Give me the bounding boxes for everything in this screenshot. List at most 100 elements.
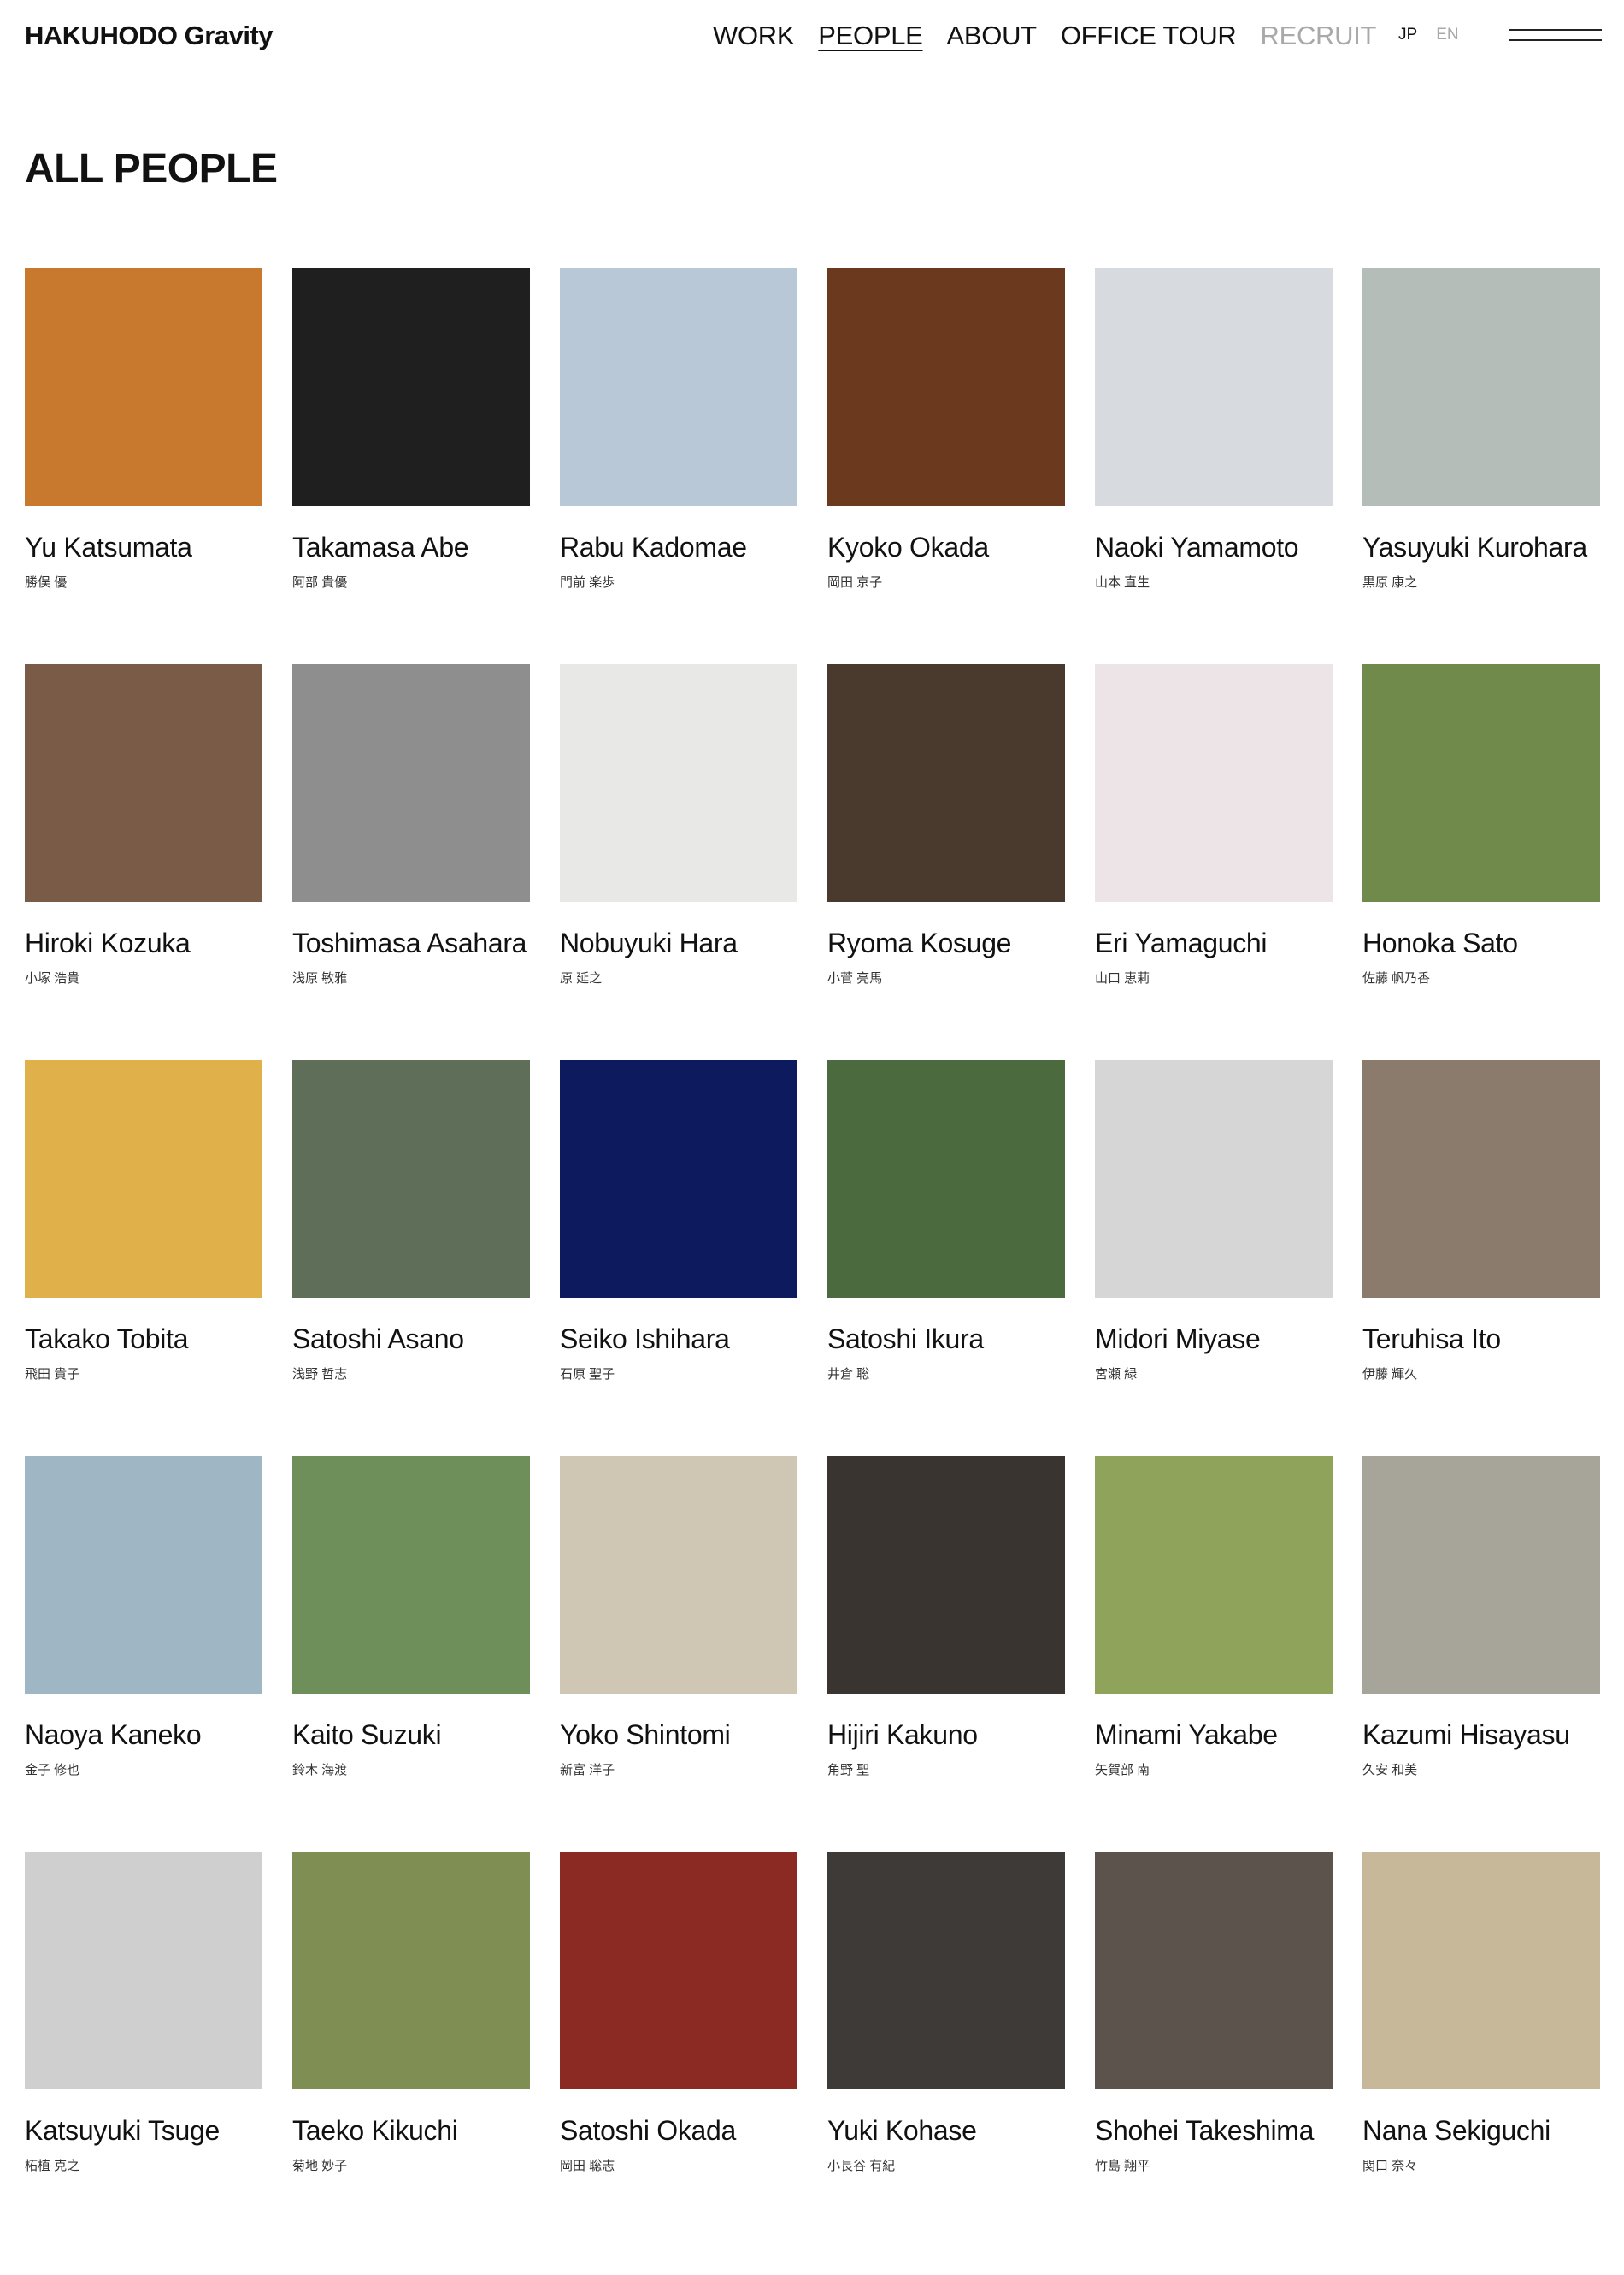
lang-jp[interactable]: JP <box>1398 26 1417 44</box>
person-name: Toshimasa Asahara <box>292 928 527 958</box>
person-name-jp: 浅野 哲志 <box>292 1367 348 1382</box>
polka-dots-photo <box>25 1852 262 2089</box>
site-header: HAKUHODO Gravity WORK PEOPLE ABOUT OFFIC… <box>0 0 1624 77</box>
person-card[interactable]: Yasuyuki Kurohara 黒原 康之 <box>1362 268 1600 591</box>
person-name: Taeko Kikuchi <box>292 2115 458 2146</box>
person-card[interactable]: Takako Tobita 飛田 貴子 <box>25 1060 262 1382</box>
person-name-jp: 岡田 京子 <box>827 575 883 590</box>
person-name-jp: 門前 楽歩 <box>560 575 615 590</box>
nav-people[interactable]: PEOPLE <box>818 21 923 51</box>
person-card[interactable]: Takamasa Abe 阿部 貴優 <box>292 268 530 591</box>
person-name: Satoshi Asano <box>292 1323 464 1354</box>
person-name: Kazumi Hisayasu <box>1362 1719 1570 1750</box>
person-name: Naoya Kaneko <box>25 1719 202 1750</box>
person-card[interactable]: Nana Sekiguchi 関口 奈々 <box>1362 1852 1600 2174</box>
sake-bottle-photo <box>1362 1852 1600 2089</box>
person-card[interactable]: Taeko Kikuchi 菊地 妙子 <box>292 1852 530 2174</box>
nav-about[interactable]: ABOUT <box>947 21 1038 51</box>
site-logo[interactable]: HAKUHODO Gravity <box>25 21 274 51</box>
person-card[interactable]: Kaito Suzuki 鈴木 海渡 <box>292 1456 530 1778</box>
person-card[interactable]: Satoshi Ikura 井倉 聡 <box>827 1060 1065 1382</box>
beer-glasses-photo <box>827 268 1065 506</box>
person-name: Honoka Sato <box>1362 928 1518 958</box>
person-card[interactable]: Hijiri Kakuno 角野 聖 <box>827 1456 1065 1778</box>
bookshelf-selfie-photo <box>1095 1852 1333 2089</box>
person-name: Takamasa Abe <box>292 532 469 563</box>
person-card[interactable]: Kazumi Hisayasu 久安 和美 <box>1362 1456 1600 1778</box>
person-card[interactable]: Honoka Sato 佐藤 帆乃香 <box>1362 664 1600 987</box>
person-name: Yasuyuki Kurohara <box>1362 532 1587 563</box>
nail-art-photo <box>560 268 797 506</box>
person-name-jp: 飛田 貴子 <box>25 1367 80 1382</box>
person-name: Nana Sekiguchi <box>1362 2115 1550 2146</box>
person-name-jp: 岡田 聡志 <box>560 2159 615 2173</box>
person-name: Eri Yamaguchi <box>1095 928 1268 958</box>
person-name-jp: 山口 恵莉 <box>1095 971 1150 986</box>
person-card[interactable]: Rabu Kadomae 門前 楽歩 <box>560 268 797 591</box>
scooter-photo <box>1362 1060 1600 1298</box>
person-name: Teruhisa Ito <box>1362 1323 1501 1354</box>
nav-office-tour[interactable]: OFFICE TOUR <box>1061 21 1237 51</box>
person-card[interactable]: Satoshi Asano 浅野 哲志 <box>292 1060 530 1382</box>
glass-cat-photo <box>560 1852 797 2089</box>
person-card[interactable]: Midori Miyase 宮瀬 緑 <box>1095 1060 1333 1382</box>
person-card[interactable]: Satoshi Okada 岡田 聡志 <box>560 1852 797 2174</box>
person-name: Shohei Takeshima <box>1095 2115 1315 2146</box>
lang-en[interactable]: EN <box>1436 26 1458 44</box>
person-card[interactable]: Nobuyuki Hara 原 延之 <box>560 664 797 987</box>
person-card[interactable]: Shohei Takeshima 竹島 翔平 <box>1095 1852 1333 2174</box>
person-card[interactable]: Toshimasa Asahara 浅原 敏雅 <box>292 664 530 987</box>
person-card[interactable]: Yuki Kohase 小長谷 有紀 <box>827 1852 1065 2174</box>
person-card[interactable]: Yoko Shintomi 新富 洋子 <box>560 1456 797 1778</box>
person-card[interactable]: Naoya Kaneko 金子 修也 <box>25 1456 262 1778</box>
person-name-jp: 石原 聖子 <box>560 1367 615 1382</box>
person-card[interactable]: Eri Yamaguchi 山口 恵莉 <box>1095 664 1333 987</box>
park-path-photo <box>1362 1456 1600 1694</box>
tennis-court-photo <box>827 1060 1065 1298</box>
person-card[interactable]: Yu Katsumata 勝俣 優 <box>25 268 262 591</box>
person-card[interactable]: Ryoma Kosuge 小菅 亮馬 <box>827 664 1065 987</box>
person-name-jp: 角野 聖 <box>827 1763 870 1777</box>
person-name-jp: 小長谷 有紀 <box>827 2159 896 2173</box>
bw-portrait-photo <box>292 664 530 902</box>
person-card[interactable]: Minami Yakabe 矢賀部 南 <box>1095 1456 1333 1778</box>
menu-button[interactable] <box>1509 26 1602 44</box>
memoji-avatar <box>292 268 530 506</box>
bottles-photo <box>827 664 1065 902</box>
person-name-jp: 菊地 妙子 <box>292 2159 348 2173</box>
nav-work[interactable]: WORK <box>713 21 795 51</box>
person-name: Hijiri Kakuno <box>827 1719 978 1750</box>
person-card[interactable]: Kyoko Okada 岡田 京子 <box>827 268 1065 591</box>
giraffe-photo <box>1095 1456 1333 1694</box>
person-name-jp: 久安 和美 <box>1362 1763 1418 1777</box>
person-name: Katsuyuki Tsuge <box>25 2115 220 2146</box>
person-name-jp: 佐藤 帆乃香 <box>1362 971 1431 986</box>
person-name: Nobuyuki Hara <box>560 928 738 958</box>
person-name-jp: 柘植 克之 <box>25 2159 80 2173</box>
person-name-jp: 原 延之 <box>560 971 603 986</box>
menu-line-icon <box>1509 39 1602 41</box>
silver-ring-photo <box>1095 1060 1333 1298</box>
person-card[interactable]: Teruhisa Ito 伊藤 輝久 <box>1362 1060 1600 1382</box>
person-name: Yu Katsumata <box>25 532 192 563</box>
highball-glass-photo <box>25 268 262 506</box>
person-card[interactable]: Katsuyuki Tsuge 柘植 克之 <box>25 1852 262 2174</box>
person-card[interactable]: Seiko Ishihara 石原 聖子 <box>560 1060 797 1382</box>
person-name-jp: 金子 修也 <box>25 1763 80 1777</box>
yoga-mat-photo <box>1362 664 1600 902</box>
rice-dish-photo <box>25 1060 262 1298</box>
person-card[interactable]: Hiroki Kozuka 小塚 浩貴 <box>25 664 262 987</box>
person-name-jp: 矢賀部 南 <box>1095 1763 1150 1777</box>
night-wall-photo <box>827 1456 1065 1694</box>
person-name-jp: 阿部 貴優 <box>292 575 348 590</box>
mirror-selfie-photo <box>827 1852 1065 2089</box>
person-name-jp: 小塚 浩貴 <box>25 971 80 986</box>
menu-line-icon <box>1509 29 1602 31</box>
person-name-jp: 山本 直生 <box>1095 575 1150 590</box>
person-card[interactable]: Naoki Yamamoto 山本 直生 <box>1095 268 1333 591</box>
terrace-table-photo <box>1362 268 1600 506</box>
language-switcher: JP EN <box>1398 26 1459 44</box>
person-name-jp: 小菅 亮馬 <box>827 971 883 986</box>
nav-recruit[interactable]: RECRUIT <box>1261 21 1377 51</box>
person-name: Hiroki Kozuka <box>25 928 191 958</box>
